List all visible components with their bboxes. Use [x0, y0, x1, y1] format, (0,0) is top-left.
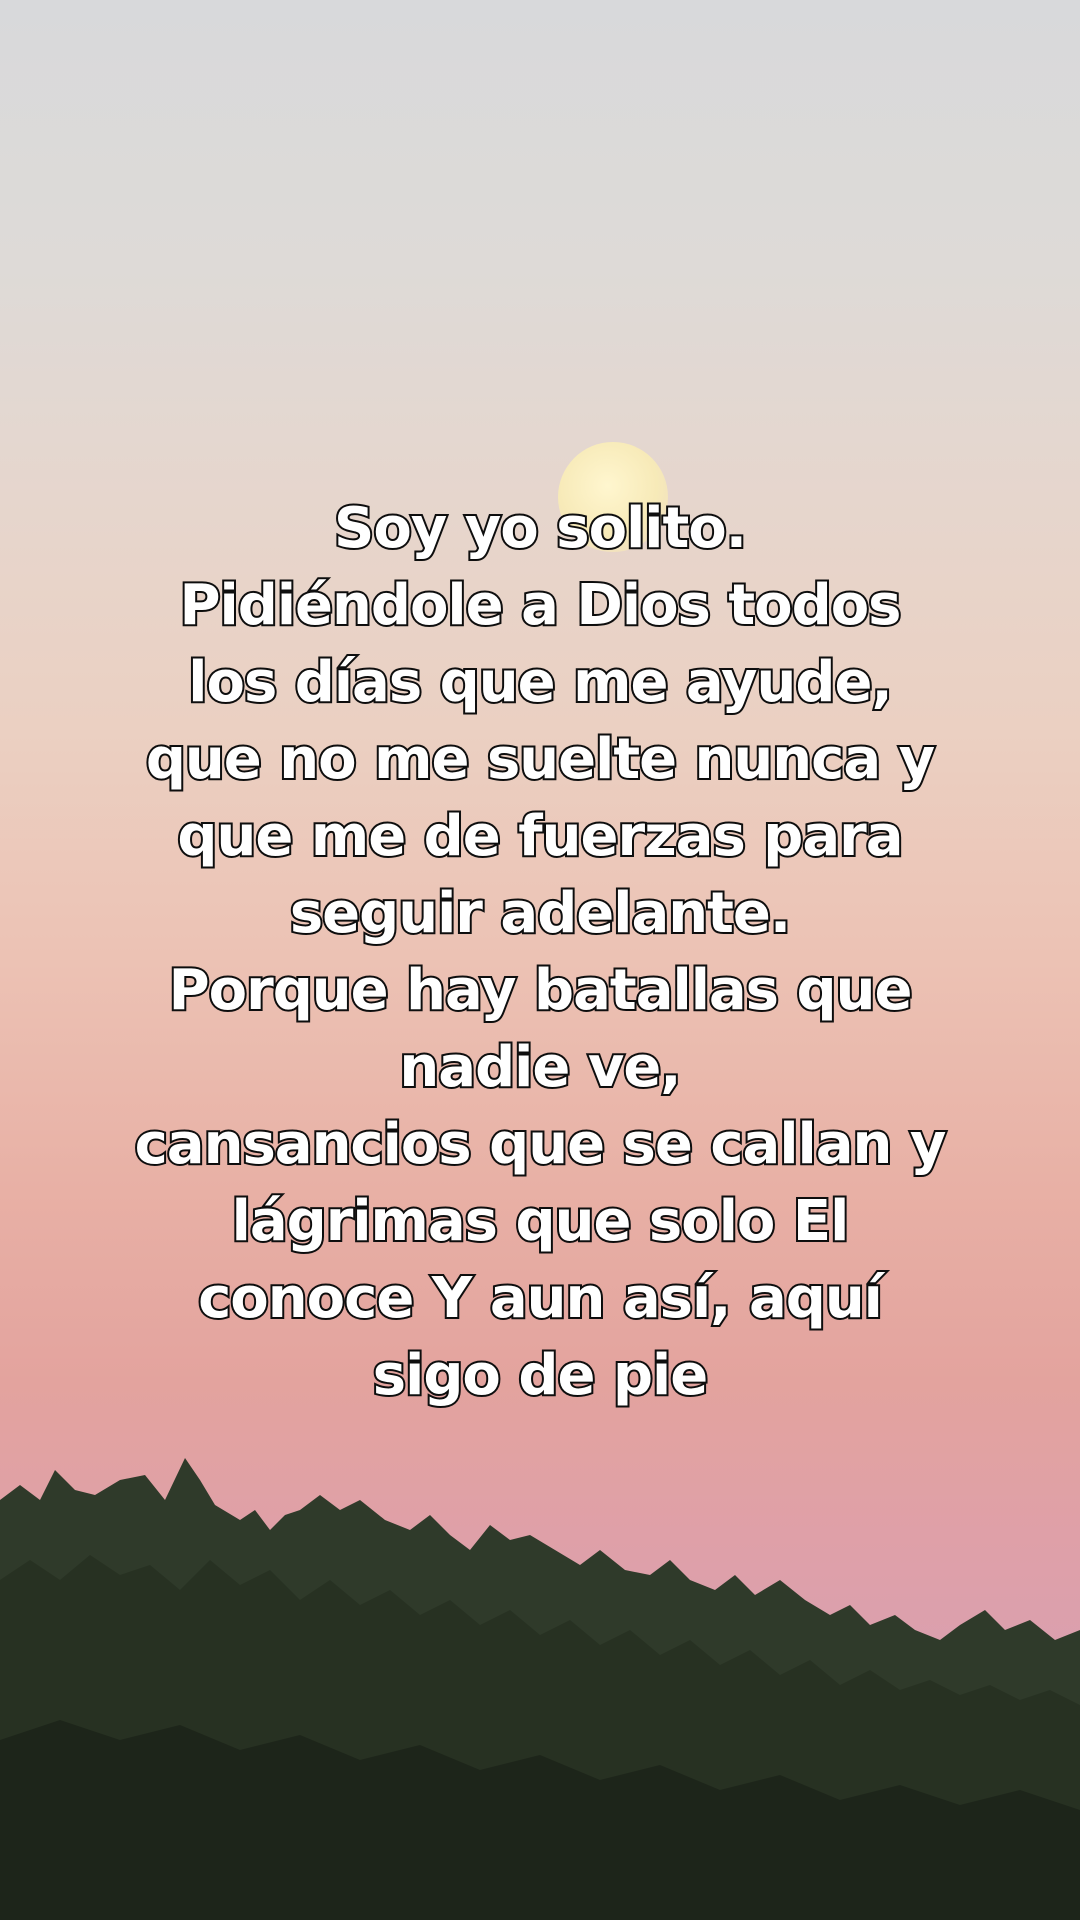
quote-line: lágrimas que solo El — [230, 1187, 852, 1256]
quote-line: los días que me ayude, — [186, 648, 894, 717]
quote-text: Soy yo solito. Pidiéndole a Dios todos l… — [60, 490, 1020, 1414]
quote-line: nadie ve, — [397, 1033, 683, 1102]
quote-line: sigo de pie — [371, 1341, 710, 1410]
quote-line: que me de fuerzas para — [175, 802, 905, 871]
tree-silhouettes — [0, 1458, 1080, 1920]
quote-line: Pidiéndole a Dios todos — [178, 571, 904, 640]
quote-line: Porque hay batallas que — [167, 956, 915, 1025]
quote-line: conoce Y aun así, aquí — [196, 1264, 885, 1333]
quote-line: cansancios que se callan y — [133, 1110, 949, 1179]
sunset-background: Soy yo solito. Pidiéndole a Dios todos l… — [0, 0, 1080, 1920]
quote-line: seguir adelante. — [288, 879, 793, 948]
quote-line: que no me suelte nunca y — [144, 725, 937, 794]
quote-line: Soy yo solito. — [332, 494, 749, 563]
